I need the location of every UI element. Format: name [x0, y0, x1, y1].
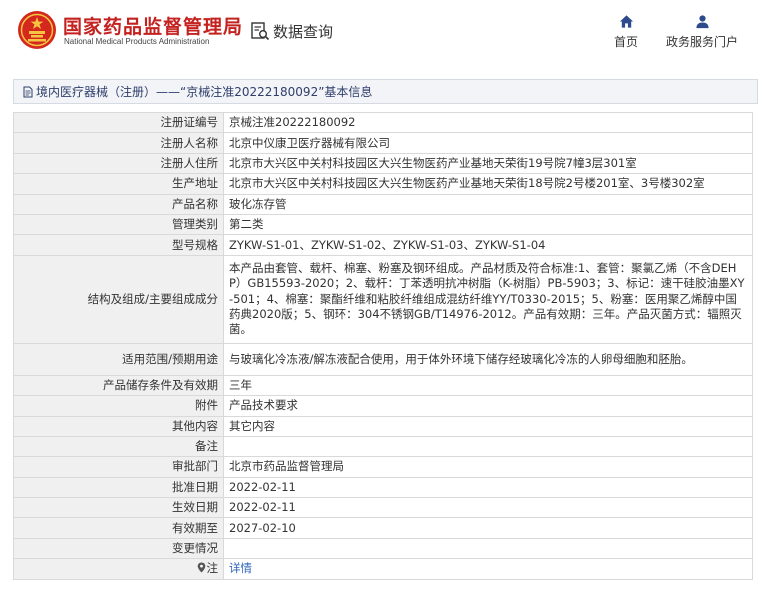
table-row: 变更情况	[13, 537, 753, 560]
home-icon	[619, 15, 633, 28]
row-label: 生效日期	[13, 497, 224, 519]
production-address-value: 北京市大兴区中关村科技园区大兴生物医药产业基地天荣街18号院2号楼201室、3号…	[223, 173, 753, 195]
table-row: 注册人住所 北京市大兴区中关村科技园区大兴生物医药产业基地天荣街19号院7幢3层3…	[13, 152, 753, 175]
site-header: 国家药品监督管理局 National Medical Products Admi…	[0, 0, 758, 62]
row-label: 有效期至	[13, 517, 224, 539]
table-row: 附件 产品技术要求	[13, 395, 753, 417]
row-label: 注册证编号	[13, 111, 224, 134]
user-icon	[695, 15, 709, 29]
table-row: 注册人名称 北京中仪康卫医疗器械有限公司	[13, 132, 753, 154]
document-icon	[23, 86, 33, 97]
table-row: 产品名称 玻化冻存管	[13, 193, 753, 215]
breadcrumb: 境内医疗器械（注册）——“京械注准20222180092”基本信息	[13, 79, 758, 104]
management-category-value: 第二类	[223, 213, 753, 236]
registration-info-table: 注册证编号 京械注准20222180092 注册人名称 北京中仪康卫医疗器械有限公司…	[13, 111, 753, 580]
location-pin-icon	[197, 562, 205, 573]
nav-service-portal-label: 政务服务门户	[665, 35, 738, 49]
row-label: 附件	[13, 395, 224, 417]
row-label: 注册人住所	[13, 152, 224, 175]
brand-name-cn: 国家药品监督管理局	[63, 16, 244, 38]
note-label-cell: 注	[13, 558, 224, 580]
data-query-link[interactable]: 数据查询	[250, 19, 333, 43]
row-label: 变更情况	[13, 537, 224, 560]
valid-until-value: 2027-02-10	[223, 517, 753, 539]
nav-service-portal[interactable]: 政务服务门户	[664, 14, 740, 50]
row-label: 注册人名称	[13, 132, 224, 154]
row-label: 适用范围/预期用途	[13, 342, 224, 376]
intended-use-value: 与玻璃化冷冻液/解冻液配合使用，用于体外环境下储存经玻璃化冷冻的人卵母细胞和胚胎…	[223, 342, 753, 376]
note-value-cell: 详情	[223, 558, 753, 580]
table-row: 批准日期 2022-02-11	[13, 476, 753, 499]
remarks-value	[223, 435, 753, 458]
table-row: 产品储存条件及有效期 三年	[13, 374, 753, 397]
table-row: 型号规格 ZYKW-S1-01、ZYKW-S1-02、ZYKW-S1-03、ZYK…	[13, 234, 753, 256]
registrant-name-value: 北京中仪康卫医疗器械有限公司	[223, 132, 753, 154]
table-row: 生效日期 2022-02-11	[13, 497, 753, 519]
table-row: 其他内容 其它内容	[13, 415, 753, 437]
table-row: 注 详情	[13, 558, 753, 580]
row-label: 管理类别	[13, 213, 224, 236]
table-row: 生产地址 北京市大兴区中关村科技园区大兴生物医药产业基地天荣街18号院2号楼201…	[13, 173, 753, 195]
row-label: 审批部门	[13, 456, 224, 478]
row-label: 生产地址	[13, 173, 224, 195]
table-row: 有效期至 2027-02-10	[13, 517, 753, 539]
nav-home-label: 首页	[613, 35, 638, 49]
product-name-value: 玻化冻存管	[223, 193, 753, 215]
table-row: 适用范围/预期用途 与玻璃化冷冻液/解冻液配合使用，用于体外环境下储存经玻璃化冷冻…	[13, 342, 753, 376]
table-row: 备注	[13, 435, 753, 458]
search-document-icon	[251, 22, 270, 41]
attachment-value: 产品技术要求	[223, 395, 753, 417]
change-status-value	[223, 537, 753, 560]
breadcrumb-text: 境内医疗器械（注册）——“京械注准20222180092”基本信息	[36, 85, 373, 99]
nav-home[interactable]: 首页	[611, 14, 641, 50]
structure-composition-value: 本产品由套管、载杆、棉塞、粉塞及钢环组成。产品材质及符合标准:1、套管：聚氯乙烯…	[223, 254, 753, 344]
row-label: 备注	[13, 435, 224, 458]
storage-validity-value: 三年	[223, 374, 753, 397]
details-link[interactable]: 详情	[229, 561, 252, 575]
table-row: 审批部门 北京市药品监督管理局	[13, 456, 753, 478]
row-label: 批准日期	[13, 476, 224, 499]
table-row: 管理类别 第二类	[13, 213, 753, 236]
effective-date-value: 2022-02-11	[223, 497, 753, 519]
table-row: 注册证编号 京械注准20222180092	[13, 111, 753, 134]
row-label: 产品名称	[13, 193, 224, 215]
registrant-address-value: 北京市大兴区中关村科技园区大兴生物医药产业基地天荣街19号院7幢3层301室	[223, 152, 753, 175]
brand-name-en: National Medical Products Administration	[64, 37, 210, 46]
table-row: 结构及组成/主要组成成分 本产品由套管、载杆、棉塞、粉塞及钢环组成。产品材质及符合…	[13, 254, 753, 344]
note-label: 注	[206, 561, 219, 576]
row-label: 其他内容	[13, 415, 224, 437]
national-emblem-logo[interactable]	[17, 10, 57, 50]
model-spec-value: ZYKW-S1-01、ZYKW-S1-02、ZYKW-S1-03、ZYKW-S1…	[223, 234, 753, 256]
row-label: 型号规格	[13, 234, 224, 256]
row-label: 产品储存条件及有效期	[13, 374, 224, 397]
row-label: 结构及组成/主要组成成分	[13, 254, 224, 344]
other-content-value: 其它内容	[223, 415, 753, 437]
registration-number-value: 京械注准20222180092	[223, 111, 753, 134]
approval-date-value: 2022-02-11	[223, 476, 753, 499]
approval-department-value: 北京市药品监督管理局	[223, 456, 753, 478]
data-query-label: 数据查询	[273, 22, 334, 41]
